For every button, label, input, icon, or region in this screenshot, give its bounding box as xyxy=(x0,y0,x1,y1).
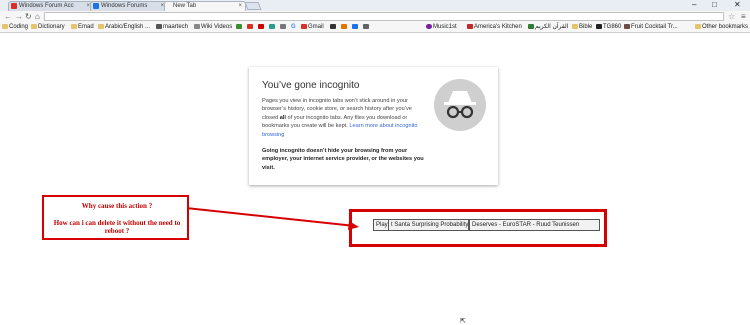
close-window-button[interactable]: ✕ xyxy=(734,0,741,10)
bookmark-label: TG860 xyxy=(603,24,622,30)
bookmark-label: القرآن الكريم xyxy=(535,24,569,30)
home-icon[interactable]: ⌂ xyxy=(35,11,40,22)
leftover-buttons: Play t Santa Surprising Probability Dese… xyxy=(373,219,600,231)
bookmark-americas-kitchen[interactable]: America's Kitchen xyxy=(467,23,522,32)
gmail-icon xyxy=(11,3,17,9)
google-icon: G xyxy=(291,24,296,30)
incognito-description: Pages you view in incognito tabs won’t s… xyxy=(262,97,422,139)
tab-label: New Tab xyxy=(173,3,197,9)
minimize-button[interactable]: – xyxy=(692,0,696,10)
bookmark-label: Dictionary xyxy=(38,24,65,30)
bookmark-label: Gmail xyxy=(308,24,324,30)
tab-windows-forums[interactable]: Windows Forums × xyxy=(90,1,168,11)
new-tab-button[interactable] xyxy=(244,2,262,10)
folder-icon xyxy=(2,24,8,29)
reload-icon[interactable]: ↻ xyxy=(25,11,32,22)
bookmark-other-bookmarks[interactable]: Other bookmarks xyxy=(695,23,748,32)
leftover-button-santa[interactable]: t Santa Surprising Probability xyxy=(388,219,469,231)
bookmark-label: America's Kitchen xyxy=(474,24,522,30)
bookmark-gmail[interactable]: Gmail xyxy=(301,23,324,32)
page-icon xyxy=(194,24,200,29)
menu-icon[interactable]: ≡ xyxy=(741,11,746,22)
annotation-question-1: Why cause this action ? xyxy=(81,202,153,210)
annotation-question-2: How can i can delete it without the need… xyxy=(53,219,181,235)
site-icon xyxy=(330,24,336,29)
forward-icon[interactable]: → xyxy=(15,11,23,22)
youtube-icon xyxy=(258,24,264,29)
close-tab-icon[interactable]: × xyxy=(238,2,242,11)
tab-new-tab[interactable]: New Tab × xyxy=(164,1,246,11)
bookmark-bible[interactable]: Bible xyxy=(572,23,592,32)
site-icon xyxy=(467,24,473,29)
site-icon xyxy=(352,24,358,29)
bookmark-fruit-cocktail[interactable]: Fruit Cocktail Tr... xyxy=(624,23,678,32)
omnibox[interactable] xyxy=(44,12,724,21)
site-icon xyxy=(269,24,275,29)
bookmark-wiki-videos[interactable]: Wiki Videos xyxy=(194,23,232,32)
bookmark-maartech[interactable]: maartech xyxy=(156,23,188,32)
bookmark-label: Fruit Cocktail Tr... xyxy=(631,24,678,30)
bookmark-tg860[interactable]: TG860 xyxy=(596,23,621,32)
bookmark-icon-only[interactable] xyxy=(258,23,265,32)
tab-windows-forum-acc[interactable]: Windows Forum Acc × xyxy=(8,1,94,11)
tab-label: Windows Forums xyxy=(101,3,148,9)
site-icon xyxy=(280,24,286,29)
bookmark-icon-only[interactable] xyxy=(280,23,287,32)
annotation-note: Why cause this action ? How can i can de… xyxy=(42,195,189,240)
toolbar: ← → ↻ ⌂ ☆ ≡ xyxy=(0,11,750,22)
bookmark-icon-only[interactable] xyxy=(363,23,370,32)
bookmark-label: Wiki Videos xyxy=(201,24,233,30)
bookmark-coding[interactable]: Coding xyxy=(2,23,28,32)
maximize-button[interactable]: □ xyxy=(712,0,717,10)
maartech-icon xyxy=(156,24,162,29)
incognito-card: You’ve gone incognito Pages you view in … xyxy=(249,67,498,185)
site-icon xyxy=(624,24,630,29)
site-icon xyxy=(596,24,602,29)
folder-icon xyxy=(695,24,701,29)
bookmark-label: Music1st xyxy=(433,24,457,30)
site-icon xyxy=(236,24,242,29)
bookmark-label: Other bookmarks xyxy=(702,24,749,30)
incognito-icon xyxy=(434,79,486,131)
folder-icon xyxy=(71,24,77,29)
leftover-button-eurostar[interactable]: Deserves - EuroSTAR - Ruud Teunissen xyxy=(469,219,600,231)
site-icon xyxy=(247,24,253,29)
folder-icon xyxy=(31,24,37,29)
tab-label: Windows Forum Acc xyxy=(19,3,74,9)
bookmark-icon-only[interactable] xyxy=(330,23,337,32)
incognito-title: You’ve gone incognito xyxy=(262,80,360,91)
site-icon xyxy=(363,24,369,29)
bookmark-label: Coding xyxy=(9,24,29,30)
folder-icon xyxy=(572,24,578,29)
bookmark-label: Arabic/English ... xyxy=(105,24,151,30)
bookmark-arabic-english[interactable]: Arabic/English ... xyxy=(98,23,150,32)
bookmark-icon-only[interactable] xyxy=(352,23,359,32)
bookmark-google[interactable]: G xyxy=(291,23,296,32)
bookmark-music1st[interactable]: Music1st xyxy=(426,23,457,32)
bookmark-label: Emad xyxy=(78,24,94,30)
description-bold: all xyxy=(279,114,286,121)
bookmarks-bar: Coding Dictionary Emad Arabic/English ..… xyxy=(0,22,750,33)
bookmark-quran[interactable]: القرآن الكريم xyxy=(528,23,568,32)
bookmark-label: Bible xyxy=(579,24,593,30)
bookmark-dictionary[interactable]: Dictionary xyxy=(31,23,65,32)
leftover-button-play[interactable]: Play xyxy=(373,219,389,231)
bookmark-icon-only[interactable] xyxy=(247,23,254,32)
bookmark-icon-only[interactable] xyxy=(236,23,243,32)
back-icon[interactable]: ← xyxy=(4,11,12,22)
site-icon xyxy=(528,24,534,29)
bookmark-star-icon[interactable]: ☆ xyxy=(728,11,735,22)
site-icon xyxy=(341,24,347,29)
bookmark-icon-only[interactable] xyxy=(341,23,348,32)
folder-icon xyxy=(98,24,104,29)
incognito-warning: Going incognito doesn’t hide your browsi… xyxy=(262,148,424,171)
bookmark-emad[interactable]: Emad xyxy=(71,23,94,32)
peace-icon xyxy=(426,24,432,29)
tab-strip: Windows Forum Acc × Windows Forums × New… xyxy=(0,0,750,11)
bookmark-label: maartech xyxy=(163,24,189,30)
bookmark-icon-only[interactable] xyxy=(269,23,276,32)
gmail-icon xyxy=(301,24,307,29)
windows-forums-icon xyxy=(93,3,99,9)
